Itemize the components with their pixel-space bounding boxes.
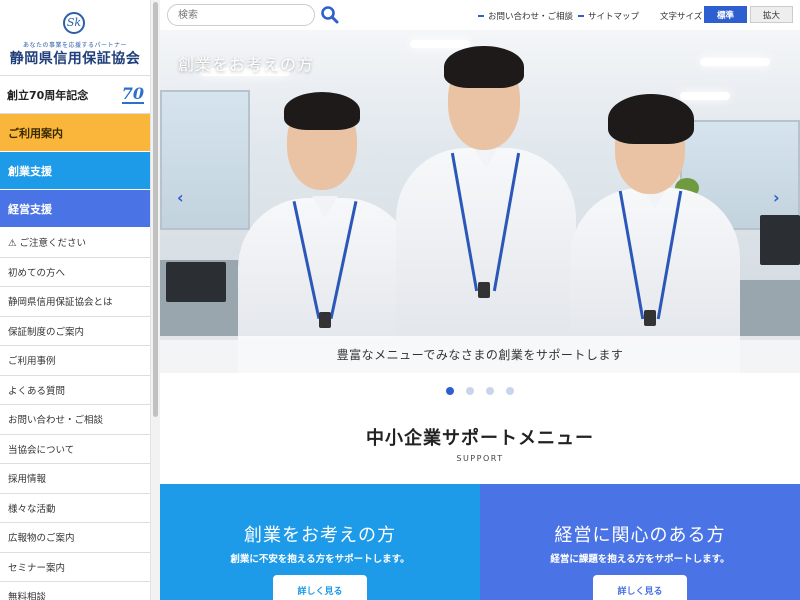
font-size-large-button[interactable]: 拡大 (750, 6, 793, 23)
card-title: 創業をお考えの方 (244, 525, 396, 546)
card-description: 経営に課題を抱える方をサポートします。 (550, 554, 730, 565)
bullet-icon (578, 15, 584, 17)
sidebar-item-free-consult[interactable]: 無料相談 (0, 582, 150, 600)
contact-link-label: お問い合わせ・ご相談 (488, 12, 574, 22)
sidebar-item-publications[interactable]: 広報物のご案内 (0, 523, 150, 553)
startup-details-button[interactable]: 詳しく見る (273, 575, 367, 600)
font-size-standard-button[interactable]: 標準 (704, 6, 747, 23)
logo-name: 静岡県信用保証協会 (9, 51, 141, 67)
sidebar-item-first-time[interactable]: 初めての方へ (0, 258, 150, 287)
ceiling-light (410, 40, 470, 48)
sidebar-item-guarantee-system[interactable]: 保証制度のご案内 (0, 317, 150, 346)
search-icon[interactable] (320, 5, 340, 25)
sidebar-scrollbar[interactable] (150, 0, 160, 600)
slider-dot[interactable] (506, 387, 514, 395)
logo-mark-icon: Sk (63, 12, 85, 34)
sidebar-item-contact[interactable]: お問い合わせ・ご相談 (0, 405, 150, 435)
startup-card[interactable]: 創業をお考えの方 創業に不安を抱える方をサポートします。 詳しく見る (160, 484, 480, 600)
management-details-button[interactable]: 詳しく見る (593, 575, 687, 600)
management-card[interactable]: 経営に関心のある方 経営に課題を抱える方をサポートします。 詳しく見る (480, 484, 800, 600)
hero-title: 創業をお考えの方 (178, 55, 315, 74)
font-size-label: 文字サイズ (660, 12, 703, 22)
monitor (760, 215, 800, 265)
hero-slider[interactable]: 創業をお考えの方 ‹ › 豊富なメニューでみなさまの創業をサポートします (160, 30, 800, 373)
search-input[interactable] (167, 4, 315, 26)
slider-dot[interactable] (466, 387, 474, 395)
nav-management-support[interactable]: 経営支援 (0, 190, 150, 228)
card-title: 経営に関心のある方 (554, 525, 726, 546)
sidebar: Sk あなたの事業を応援するパートナー 静岡県信用保証協会 創立70周年記念 7… (0, 0, 150, 600)
window (160, 90, 250, 230)
sitemap-link-label: サイトマップ (588, 12, 640, 22)
scrollbar-thumb[interactable] (153, 2, 158, 417)
next-arrow-icon[interactable]: › (773, 188, 780, 207)
ceiling-light (680, 92, 730, 100)
slider-dot[interactable] (486, 387, 494, 395)
support-section-title: 中小企業サポートメニュー (366, 428, 594, 449)
sidebar-item-activities[interactable]: 様々な活動 (0, 494, 150, 523)
nav-startup-support[interactable]: 創業支援 (0, 152, 150, 190)
prev-arrow-icon[interactable]: ‹ (177, 188, 184, 207)
sidebar-item-recruit[interactable]: 採用情報 (0, 464, 150, 494)
anniversary-banner[interactable]: 創立70周年記念 70 (0, 76, 150, 114)
hero-caption: 豊富なメニューでみなさまの創業をサポートします (160, 336, 800, 373)
sidebar-item-faq[interactable]: よくある質問 (0, 376, 150, 405)
anniversary-text: 創立70周年記念 (7, 88, 89, 102)
sidebar-item-caution[interactable]: ⚠ ご注意ください (0, 228, 150, 258)
slider-pagination (160, 387, 800, 399)
top-bar: お問い合わせ・ご相談 サイトマップ 文字サイズ 標準 拡大 (160, 0, 800, 30)
bullet-icon (478, 15, 484, 17)
support-section-subtitle: SUPPORT (456, 454, 504, 463)
sidebar-item-case-studies[interactable]: ご利用事例 (0, 346, 150, 376)
contact-link[interactable]: お問い合わせ・ご相談 (478, 10, 573, 22)
sitemap-link[interactable]: サイトマップ (578, 10, 639, 22)
sidebar-item-seminars[interactable]: セミナー案内 (0, 553, 150, 582)
anniversary-70-icon: 70 (121, 83, 144, 104)
monitor (166, 262, 226, 302)
ceiling-light (700, 58, 770, 66)
sidebar-item-about-association[interactable]: 静岡県信用保証協会とは (0, 287, 150, 317)
site-logo[interactable]: Sk あなたの事業を応援するパートナー 静岡県信用保証協会 (0, 0, 150, 76)
slider-dot[interactable] (446, 387, 454, 395)
nav-guide[interactable]: ご利用案内 (0, 114, 150, 152)
sidebar-item-about-us[interactable]: 当協会について (0, 435, 150, 464)
card-description: 創業に不安を抱える方をサポートします。 (230, 554, 410, 565)
